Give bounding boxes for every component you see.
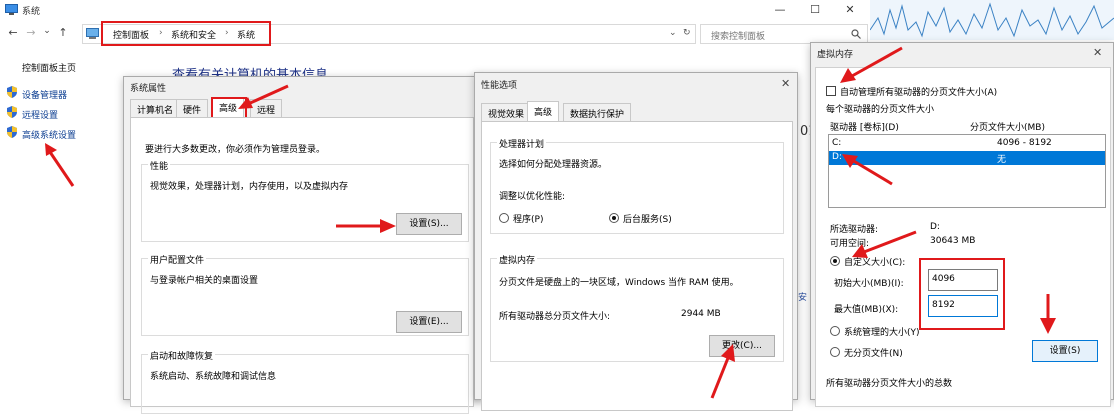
radio-system-managed-label: 系统管理的大小(Y) <box>844 328 920 338</box>
tab-visual-effects[interactable]: 视觉效果 <box>481 103 532 121</box>
radio-background-services-label: 后台服务(S) <box>623 215 672 225</box>
total-paging-label: 所有驱动器总分页文件大小: <box>499 312 611 322</box>
performance-options-dialog: 性能选项 ✕ 视觉效果 高级 数据执行保护 处理器计划 选择如何分配处理器资源。… <box>474 72 798 411</box>
close-button[interactable]: ✕ <box>833 1 867 19</box>
refresh-icon[interactable]: ↻ <box>683 28 691 38</box>
radio-programs-label: 程序(P) <box>513 215 544 225</box>
column-header-size: 分页文件大小(MB) <box>970 123 1045 133</box>
dialog-title: 性能选项 <box>481 81 518 91</box>
tab-panel: 处理器计划 选择如何分配处理器资源。 调整以优化性能: 程序(P) 后台服务(S… <box>481 121 793 411</box>
annotation-arrow <box>840 46 903 83</box>
user-profiles-description: 与登录帐户相关的桌面设置 <box>150 276 259 286</box>
drive-size: 无 <box>997 155 1007 165</box>
tab-hardware[interactable]: 硬件 <box>176 99 209 117</box>
annotation-arrow <box>842 154 893 186</box>
max-size-label: 最大值(MB)(X): <box>834 305 899 315</box>
tab-computer-name[interactable]: 计算机名 <box>130 99 181 117</box>
virtual-memory-description: 分页文件是硬盘上的一块区域，Windows 当作 RAM 使用。 <box>499 278 739 288</box>
sidebar-item-remote-settings[interactable]: 远程设置 <box>22 108 58 121</box>
radio-no-paging-file-label: 无分页文件(N) <box>844 349 903 359</box>
tab-panel: 要进行大多数更改，你必须作为管理员登录。 性能 视觉效果，处理器计划，内存使用，… <box>130 117 474 414</box>
tab-advanced[interactable]: 高级 <box>527 101 560 121</box>
set-button[interactable]: 设置(S) <box>1032 340 1098 362</box>
close-icon[interactable]: ✕ <box>781 77 790 90</box>
sidebar-item-device-manager[interactable]: 设备管理器 <box>22 88 67 101</box>
system-properties-dialog: 系统属性 计算机名 硬件 高级 远程 要进行大多数更改，你必须作为管理员登录。 … <box>123 76 480 414</box>
user-profiles-group: 用户配置文件 与登录帐户相关的桌面设置 设置(E)... <box>141 253 469 336</box>
radio-background-services[interactable] <box>609 213 619 223</box>
processor-scheduling-group: 处理器计划 选择如何分配处理器资源。 调整以优化性能: 程序(P) 后台服务(S… <box>490 137 784 234</box>
user-profiles-title: 用户配置文件 <box>148 253 207 266</box>
radio-system-managed[interactable] <box>830 326 840 336</box>
chevron-down-icon[interactable]: ⌄ <box>669 28 677 38</box>
recent-dropdown[interactable]: ⌄ <box>40 26 54 42</box>
radio-custom-size[interactable] <box>830 256 840 266</box>
annotation-box <box>101 21 271 46</box>
per-drive-title: 每个驱动器的分页文件大小 <box>826 105 935 115</box>
free-space-value: 30643 MB <box>930 236 976 246</box>
annotation-arrow <box>852 230 917 258</box>
background-link-fragment: 安 <box>798 293 808 303</box>
processor-scheduling-title: 处理器计划 <box>497 137 547 150</box>
title-bar: 系统 — ☐ ✕ <box>0 0 870 20</box>
control-panel-icon <box>86 28 99 39</box>
performance-settings-button[interactable]: 设置(S)... <box>396 213 462 235</box>
drive-letter: C: <box>832 138 842 148</box>
total-all-drives-title: 所有驱动器分页文件大小的总数 <box>826 379 953 389</box>
search-icon[interactable] <box>851 29 861 39</box>
annotation-box <box>919 258 1005 330</box>
selected-drive-value: D: <box>930 222 940 232</box>
computer-icon <box>5 4 18 15</box>
startup-recovery-title: 启动和故障恢复 <box>148 349 216 362</box>
performance-group: 性能 视觉效果，处理器计划，内存使用，以及虚拟内存 设置(S)... <box>141 159 469 242</box>
user-profiles-settings-button[interactable]: 设置(E)... <box>396 311 462 333</box>
auto-manage-label: 自动管理所有驱动器的分页文件大小(A) <box>840 88 998 98</box>
list-item[interactable]: C: 4096 - 8192 <box>829 137 1105 151</box>
shield-icon <box>7 126 17 138</box>
admin-note: 要进行大多数更改，你必须作为管理员登录。 <box>145 145 326 155</box>
shield-icon <box>7 86 17 98</box>
shield-icon <box>7 106 17 118</box>
total-paging-value: 2944 MB <box>681 309 721 319</box>
auto-manage-checkbox[interactable] <box>826 86 836 96</box>
search-box[interactable]: 搜索控制面板 <box>700 24 868 44</box>
processor-scheduling-description: 选择如何分配处理器资源。 <box>499 160 608 170</box>
performance-title: 性能 <box>148 159 171 172</box>
drive-size: 4096 - 8192 <box>997 138 1052 148</box>
radio-programs[interactable] <box>499 213 509 223</box>
annotation-arrow <box>1040 294 1056 334</box>
startup-recovery-group: 启动和故障恢复 系统启动、系统故障和调试信息 <box>141 349 469 414</box>
forward-button[interactable]: → <box>24 26 38 42</box>
column-header-drive: 驱动器 [卷标](D) <box>830 123 899 133</box>
virtual-memory-dialog: 虚拟内存 ✕ 自动管理所有驱动器的分页文件大小(A) 每个驱动器的分页文件大小 … <box>810 42 1114 407</box>
search-input[interactable]: 搜索控制面板 <box>711 29 765 42</box>
tab-data-execution-prevention[interactable]: 数据执行保护 <box>563 103 632 121</box>
up-button[interactable]: ↑ <box>56 26 70 42</box>
annotation-arrow <box>710 344 735 399</box>
control-panel-home-link[interactable]: 控制面板主页 <box>22 61 76 74</box>
window-title: 系统 <box>22 7 41 17</box>
performance-description: 视觉效果，处理器计划，内存使用，以及虚拟内存 <box>150 182 349 192</box>
annotation-arrow <box>336 219 396 233</box>
maximize-button[interactable]: ☐ <box>798 1 832 19</box>
virtual-memory-title: 虚拟内存 <box>497 253 538 266</box>
annotation-arrow <box>45 143 75 187</box>
adjust-label: 调整以优化性能: <box>499 192 566 202</box>
startup-recovery-description: 系统启动、系统故障和调试信息 <box>150 372 277 382</box>
annotation-arrow <box>238 84 289 109</box>
dialog-title: 系统属性 <box>130 84 167 94</box>
radio-no-paging-file[interactable] <box>830 347 840 357</box>
close-icon[interactable]: ✕ <box>1093 46 1102 59</box>
initial-size-label: 初始大小(MB)(I): <box>834 279 904 289</box>
back-button[interactable]: ← <box>6 26 20 42</box>
minimize-button[interactable]: — <box>763 1 797 19</box>
background-graph <box>870 0 1114 40</box>
